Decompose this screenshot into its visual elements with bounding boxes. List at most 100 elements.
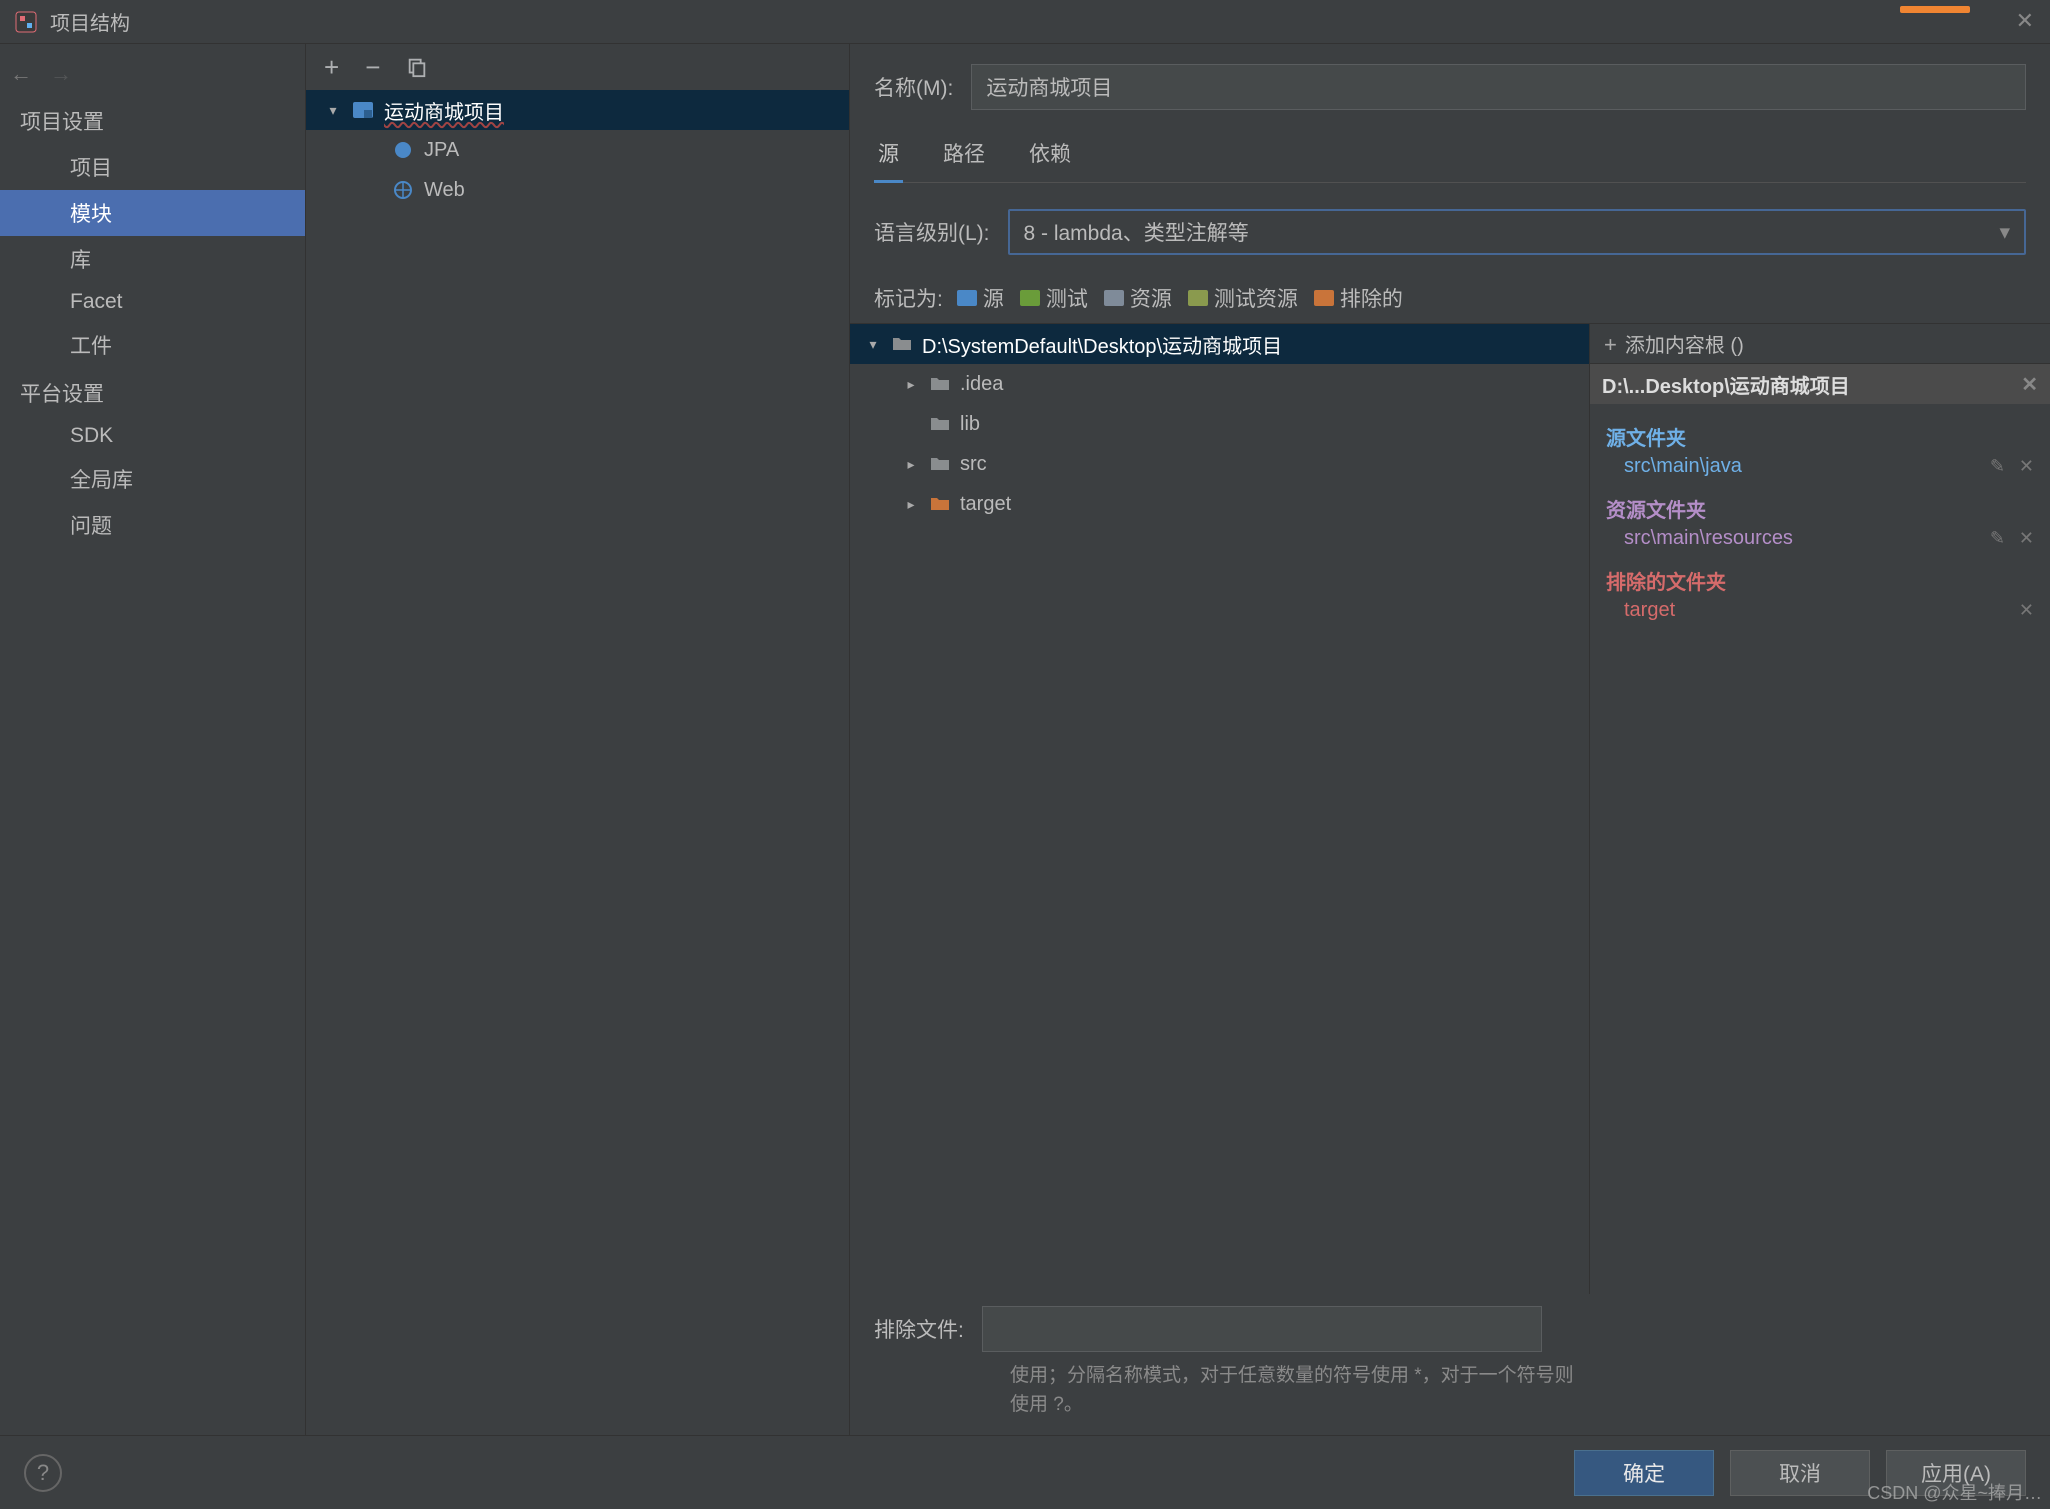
mark-as-row: 标记为: 源测试资源测试资源排除的	[850, 273, 2050, 323]
cr-category: 排除的文件夹	[1606, 566, 2034, 595]
button-bar: ? 确定 取消 应用(A)	[0, 1435, 2050, 1509]
mark-item[interactable]: 测试资源	[1188, 283, 1298, 313]
close-icon[interactable]: ✕	[2021, 372, 2038, 397]
folder-icon	[957, 290, 977, 306]
lang-select[interactable]: 8 - lambda、类型注解等 ▾	[1008, 209, 2027, 255]
sidebar: ← → 项目设置项目模块库Facet工件平台设置SDK全局库问题	[0, 44, 306, 1435]
folder-root[interactable]: ▾ D:\SystemDefault\Desktop\运动商城项目	[850, 324, 1589, 364]
cr-entry[interactable]: target✕	[1606, 595, 2034, 630]
tab-deps[interactable]: 依赖	[1025, 128, 1075, 182]
folder-icon	[930, 416, 950, 432]
module-tree[interactable]: ▾ 运动商城项目 JPA Web	[306, 90, 849, 1435]
accent-bar	[1900, 6, 1970, 13]
chevron-right-icon: ▸	[902, 496, 920, 513]
window-title: 项目结构	[50, 7, 130, 36]
folder-icon	[892, 336, 912, 352]
close-icon[interactable]: ✕	[2016, 8, 2034, 34]
content-roots-panel: +添加内容根 () D:\...Desktop\运动商城项目 ✕ 源文件夹src…	[1590, 324, 2050, 1294]
name-row: 名称(M):	[874, 64, 2026, 110]
exclude-area: 排除文件: 使用；分隔名称模式，对于任意数量的符号使用 *，对于一个符号则使用 …	[850, 1294, 2050, 1435]
add-content-root-icon[interactable]: +	[1604, 332, 1617, 357]
cr-add-label[interactable]: 添加内容根 ()	[1625, 335, 1744, 357]
folder-icon	[1104, 290, 1124, 306]
mark-label: 标记为:	[874, 283, 943, 313]
sidebar-item[interactable]: 全局库	[0, 456, 305, 502]
cancel-button[interactable]: 取消	[1730, 1450, 1870, 1496]
chevron-down-icon: ▾	[324, 102, 342, 119]
edit-icon[interactable]: ✎	[1990, 528, 2005, 549]
chevron-right-icon: ▸	[902, 376, 920, 393]
cr-entry[interactable]: src\main\java✎✕	[1606, 451, 2034, 486]
cr-path-row[interactable]: D:\...Desktop\运动商城项目 ✕	[1590, 364, 2050, 404]
folder-tree[interactable]: ▾ D:\SystemDefault\Desktop\运动商城项目 ▸.idea…	[850, 324, 1590, 1294]
help-icon[interactable]: ?	[24, 1454, 62, 1492]
sidebar-heading: 项目设置	[0, 96, 305, 144]
web-icon	[392, 179, 414, 201]
mark-item[interactable]: 资源	[1104, 283, 1172, 313]
app-icon	[14, 10, 38, 34]
folder-item[interactable]: ▸.idea	[850, 364, 1589, 404]
sidebar-item[interactable]: SDK	[0, 416, 305, 456]
folder-root-label: D:\SystemDefault\Desktop\运动商城项目	[922, 330, 1282, 359]
watermark: CSDN @众星~捧月…	[1867, 1479, 2042, 1505]
sidebar-item[interactable]: 模块	[0, 190, 305, 236]
folder-item[interactable]: ▸target	[850, 484, 1589, 524]
forward-icon[interactable]: →	[50, 61, 72, 87]
add-icon[interactable]: +	[324, 52, 339, 83]
module-toolbar: + −	[306, 44, 849, 90]
copy-icon[interactable]	[406, 56, 428, 78]
cr-entry[interactable]: src\main\resources✎✕	[1606, 523, 2034, 558]
chevron-down-icon: ▾	[1999, 220, 2010, 245]
mark-item[interactable]: 排除的	[1314, 283, 1403, 313]
sidebar-item[interactable]: 项目	[0, 144, 305, 190]
module-tree-panel: + − ▾ 运动商城项目 JPA Web	[306, 44, 850, 1435]
exclude-input[interactable]	[982, 1306, 1542, 1352]
detail-panel: 名称(M): 源 路径 依赖 语言级别(L): 8 - lambda、类型注解等…	[850, 44, 2050, 1435]
exclude-hint: 使用；分隔名称模式，对于任意数量的符号使用 *，对于一个符号则使用 ?。	[874, 1356, 1574, 1419]
chevron-right-icon: ▸	[902, 456, 920, 473]
folder-icon	[930, 376, 950, 392]
name-input[interactable]	[971, 64, 2026, 110]
tab-paths[interactable]: 路径	[939, 128, 989, 182]
chevron-down-icon: ▾	[864, 336, 882, 353]
name-label: 名称(M):	[874, 72, 953, 102]
remove-icon[interactable]: ✕	[2019, 456, 2034, 477]
sidebar-item[interactable]: Facet	[0, 282, 305, 322]
tree-root[interactable]: ▾ 运动商城项目	[306, 90, 849, 130]
cr-category: 资源文件夹	[1606, 494, 2034, 523]
cr-path: D:\...Desktop\运动商城项目	[1602, 370, 1850, 399]
sidebar-heading: 平台设置	[0, 368, 305, 416]
tab-sources[interactable]: 源	[874, 128, 903, 183]
back-icon[interactable]: ←	[10, 61, 32, 87]
tree-item-web[interactable]: Web	[306, 170, 849, 210]
module-icon	[352, 99, 374, 121]
module-name: 运动商城项目	[384, 96, 504, 125]
remove-icon[interactable]: ✕	[2019, 600, 2034, 621]
folder-icon	[1314, 290, 1334, 306]
ok-button[interactable]: 确定	[1574, 1450, 1714, 1496]
folder-icon	[930, 456, 950, 472]
remove-icon[interactable]: −	[365, 52, 380, 83]
lang-label: 语言级别(L):	[874, 217, 990, 247]
lang-row: 语言级别(L): 8 - lambda、类型注解等 ▾	[874, 209, 2026, 255]
cr-category: 源文件夹	[1606, 422, 2034, 451]
titlebar: 项目结构 ✕	[0, 0, 2050, 44]
exclude-label: 排除文件:	[874, 1314, 964, 1344]
sidebar-item[interactable]: 库	[0, 236, 305, 282]
tree-item-jpa[interactable]: JPA	[306, 130, 849, 170]
edit-icon[interactable]: ✎	[1990, 456, 2005, 477]
folder-icon	[930, 496, 950, 512]
sidebar-item[interactable]: 问题	[0, 502, 305, 548]
sidebar-item[interactable]: 工件	[0, 322, 305, 368]
jpa-icon	[392, 139, 414, 161]
nav-back-forward: ← →	[0, 52, 305, 96]
folder-item[interactable]: ▸src	[850, 444, 1589, 484]
folder-icon	[1188, 290, 1208, 306]
lang-value: 8 - lambda、类型注解等	[1024, 217, 1249, 247]
remove-icon[interactable]: ✕	[2019, 528, 2034, 549]
cr-header: + 添加内容根 ()	[1590, 324, 2050, 364]
tabs: 源 路径 依赖	[874, 128, 2026, 183]
mark-item[interactable]: 测试	[1020, 283, 1088, 313]
folder-item[interactable]: lib	[850, 404, 1589, 444]
mark-item[interactable]: 源	[957, 283, 1004, 313]
